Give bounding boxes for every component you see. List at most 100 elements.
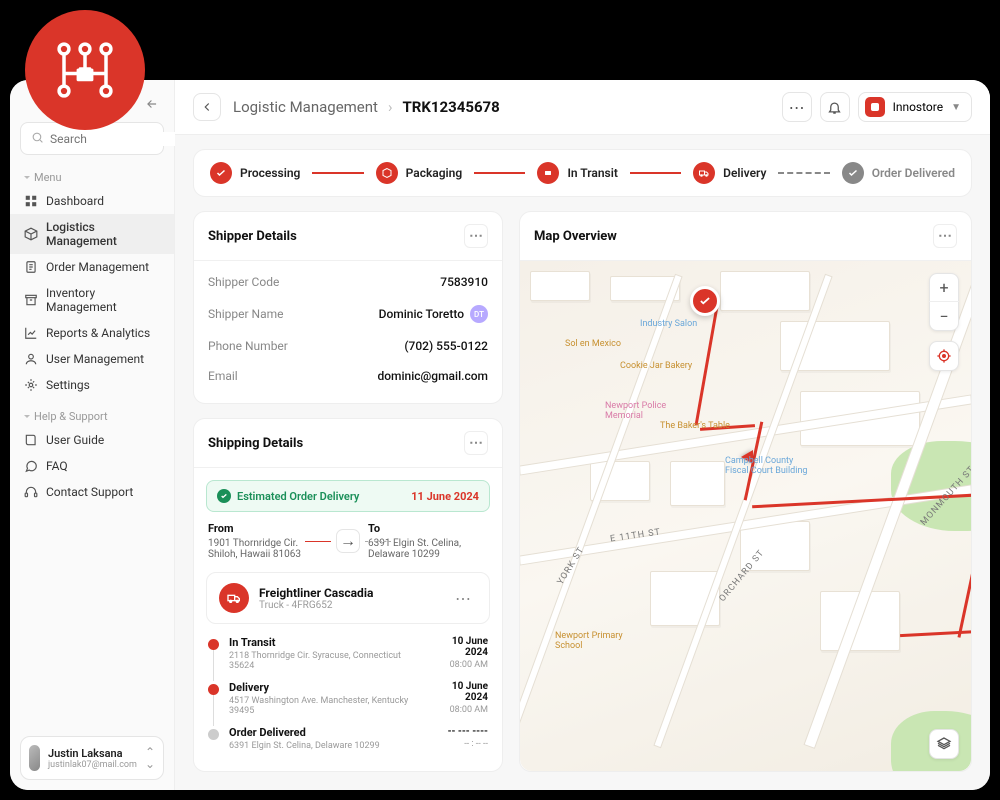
chevron-down-icon: ▼ (951, 102, 961, 113)
menu-section-header: Menu (10, 167, 174, 188)
sidebar: Menu Dashboard Logistics Management Orde… (10, 80, 175, 790)
map-poi: Sol en Mexico (565, 339, 621, 349)
back-button[interactable] (193, 93, 221, 121)
nav-label: Logistics Management (46, 220, 160, 248)
timeline-item: In Transit2118 Thornridge Cir. Syracuse,… (208, 636, 488, 681)
headset-icon (24, 485, 38, 499)
map-zoom-in-button[interactable]: + (929, 274, 959, 302)
map-poi: The Baker's Table (660, 421, 730, 431)
map-poi: Industry Salon (640, 319, 697, 329)
chart-icon (24, 326, 38, 340)
map-poi: Cookie Jar Bakery (620, 361, 692, 371)
card-more-button[interactable]: ⋯ (933, 224, 957, 248)
map-poi: Newport Police Memorial (605, 401, 675, 421)
estimated-date: 11 June 2024 (411, 490, 479, 503)
more-button[interactable]: ⋯ (782, 92, 812, 122)
truck-icon (693, 162, 715, 184)
grid-icon (24, 194, 38, 208)
map-poi: Newport Primary School (555, 631, 625, 651)
map-canvas[interactable]: Industry Salon Sol en Mexico Cookie Jar … (520, 261, 971, 771)
check-icon (210, 162, 232, 184)
box-icon (24, 227, 38, 241)
card-title: Map Overview (534, 229, 617, 244)
archive-icon (24, 293, 38, 307)
sidebar-item-logistics[interactable]: Logistics Management (10, 214, 174, 254)
map-locate-button[interactable] (929, 341, 959, 371)
timeline-item: Delivery4517 Washington Ave. Manchester,… (208, 681, 488, 726)
timeline-item: Order Delivered6391 Elgin St. Celina, De… (208, 726, 488, 761)
sidebar-item-contact[interactable]: Contact Support (10, 479, 174, 505)
step-transit: In Transit (537, 162, 617, 184)
sidebar-item-orders[interactable]: Order Management (10, 254, 174, 280)
check-icon (842, 162, 864, 184)
shipper-code: 7583910 (440, 275, 488, 289)
workspace-switcher[interactable]: Innostore ▼ (858, 92, 972, 122)
estimated-delivery-banner: Estimated Order Delivery 11 June 2024 (206, 480, 490, 512)
check-circle-icon (217, 489, 231, 503)
main-content: Logistic Management › TRK12345678 ⋯ Inno… (175, 80, 990, 790)
vehicle-name: Freightliner Cascadia (259, 586, 373, 600)
card-more-button[interactable]: ⋯ (464, 431, 488, 455)
label: Email (208, 369, 238, 383)
sidebar-item-reports[interactable]: Reports & Analytics (10, 320, 174, 346)
nav-label: Reports & Analytics (46, 326, 150, 340)
user-avatar (29, 745, 40, 771)
vehicle-more-button[interactable]: ⋯ (449, 585, 477, 612)
clipboard-icon (24, 260, 38, 274)
nav-label: Contact Support (46, 485, 133, 499)
map-layers-button[interactable] (929, 729, 959, 759)
from-label: From (208, 522, 328, 535)
shipper-avatar: DT (470, 305, 488, 323)
sidebar-item-settings[interactable]: Settings (10, 372, 174, 398)
topbar: Logistic Management › TRK12345678 ⋯ Inno… (175, 80, 990, 135)
user-card[interactable]: Justin Laksana justinlak07@mail.com ⌃⌄ (20, 736, 164, 780)
progress-stepper: Processing Packaging In Transit Delivery… (193, 149, 972, 197)
timeline-dot-icon (208, 639, 219, 650)
step-processing: Processing (210, 162, 300, 184)
shipping-details-card: Shipping Details ⋯ Estimated Order Deliv… (193, 418, 503, 772)
breadcrumb: Logistic Management › TRK12345678 (233, 98, 500, 116)
step-packaging: Packaging (376, 162, 463, 184)
sidebar-collapse-button[interactable] (142, 94, 162, 114)
search-icon (31, 129, 44, 148)
chevron-updown-icon: ⌃⌄ (145, 746, 155, 770)
shipper-details-card: Shipper Details ⋯ Shipper Code7583910 Sh… (193, 211, 503, 404)
nav-label: User Management (46, 352, 144, 366)
timeline-dot-icon (208, 684, 219, 695)
shipper-name: Dominic Toretto (379, 307, 464, 321)
step-delivery: Delivery (693, 162, 766, 184)
user-name: Justin Laksana (48, 747, 137, 760)
workspace-logo-icon (865, 97, 885, 117)
map-zoom-out-button[interactable]: − (929, 302, 959, 330)
vehicle-card: Freightliner Cascadia Truck - 4FRG652 ⋯ (206, 572, 490, 624)
shipment-timeline: In Transit2118 Thornridge Cir. Syracuse,… (194, 636, 502, 772)
workspace-name: Innostore (893, 100, 944, 114)
from-addr2: Shiloh, Hawaii 81063 (208, 549, 328, 560)
timeline-dot-icon (208, 729, 219, 740)
book-icon (24, 433, 38, 447)
to-addr2: Delaware 10299 (368, 549, 488, 560)
shipper-email: dominic@gmail.com (377, 369, 488, 383)
map-zoom-control: + − (929, 273, 959, 331)
user-icon (24, 352, 38, 366)
map-destination-pin[interactable] (690, 286, 720, 316)
gear-icon (24, 378, 38, 392)
package-icon (376, 162, 398, 184)
sidebar-item-faq[interactable]: FAQ (10, 453, 174, 479)
nav-label: Inventory Management (46, 286, 160, 314)
label: Phone Number (208, 339, 288, 353)
card-more-button[interactable]: ⋯ (464, 224, 488, 248)
sidebar-item-dashboard[interactable]: Dashboard (10, 188, 174, 214)
notifications-button[interactable] (820, 92, 850, 122)
route-direction-icon: → (336, 529, 360, 553)
sidebar-item-users[interactable]: User Management (10, 346, 174, 372)
sidebar-item-user-guide[interactable]: User Guide (10, 427, 174, 453)
truck-icon (219, 583, 249, 613)
sidebar-item-inventory[interactable]: Inventory Management (10, 280, 174, 320)
user-email: justinlak07@mail.com (48, 760, 137, 770)
brand-badge (25, 10, 145, 130)
help-section-header: Help & Support (10, 406, 174, 427)
breadcrumb-parent[interactable]: Logistic Management (233, 98, 378, 116)
shipper-phone: (702) 555-0122 (404, 339, 488, 353)
route-summary: From 1901 Thornridge Cir. Shiloh, Hawaii… (194, 522, 502, 572)
